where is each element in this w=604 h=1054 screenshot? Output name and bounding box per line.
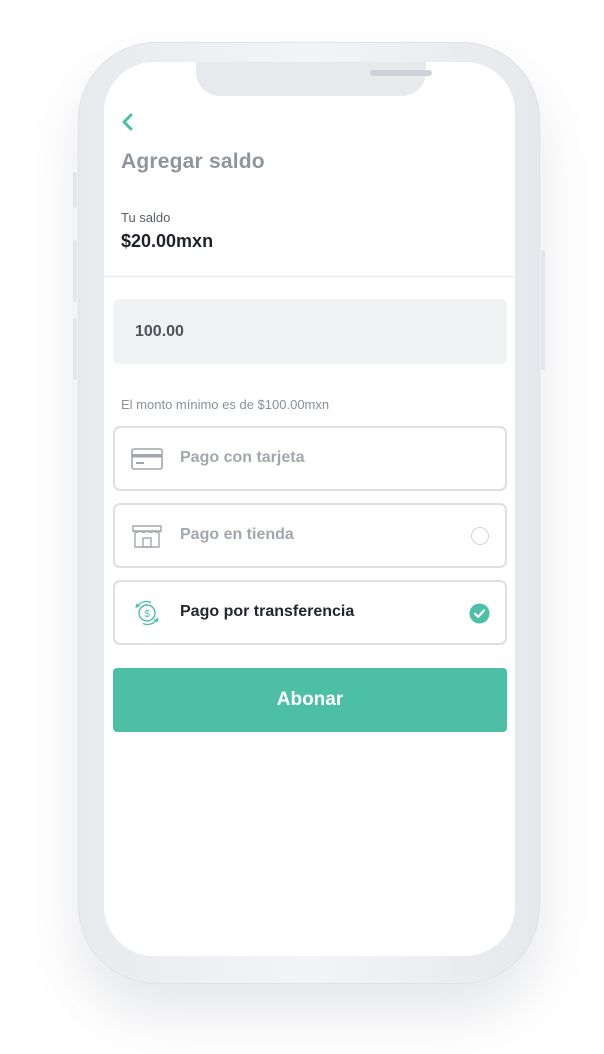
divider: [104, 276, 515, 277]
payment-option-label: Pago con tarjeta: [180, 449, 305, 466]
payment-option-transfer[interactable]: $ Pago por transferencia: [113, 580, 507, 645]
app-screen: Agregar saldo Tu saldo $20.00mxn El mont…: [104, 62, 515, 956]
page-title: Agregar saldo: [121, 150, 265, 173]
abonar-button[interactable]: Abonar: [113, 668, 507, 732]
volume-up-button: [73, 240, 77, 302]
notch: [196, 62, 432, 96]
volume-down-button: [73, 318, 77, 380]
credit-card-icon: [130, 444, 164, 474]
svg-text:$: $: [144, 609, 150, 620]
power-button: [541, 250, 545, 370]
payment-option-store[interactable]: Pago en tienda: [113, 503, 507, 568]
payment-option-label: Pago en tienda: [180, 526, 294, 543]
balance-value: $20.00mxn: [121, 231, 214, 251]
payment-option-card[interactable]: Pago con tarjeta: [113, 426, 507, 491]
mute-switch: [73, 172, 77, 208]
radio-unselected-icon[interactable]: [471, 527, 489, 545]
chevron-left-icon: [122, 113, 133, 131]
speaker-grille: [370, 70, 432, 76]
minimum-amount-hint: El monto mínimo es de $100.00mxn: [121, 397, 330, 412]
balance-label: Tu saldo: [121, 210, 171, 225]
payment-option-label: Pago por transferencia: [180, 603, 355, 620]
back-button[interactable]: [118, 110, 138, 134]
amount-input[interactable]: [113, 299, 507, 364]
check-selected-icon[interactable]: [469, 603, 490, 624]
store-icon: [130, 521, 164, 551]
transfer-icon: $: [130, 598, 164, 628]
